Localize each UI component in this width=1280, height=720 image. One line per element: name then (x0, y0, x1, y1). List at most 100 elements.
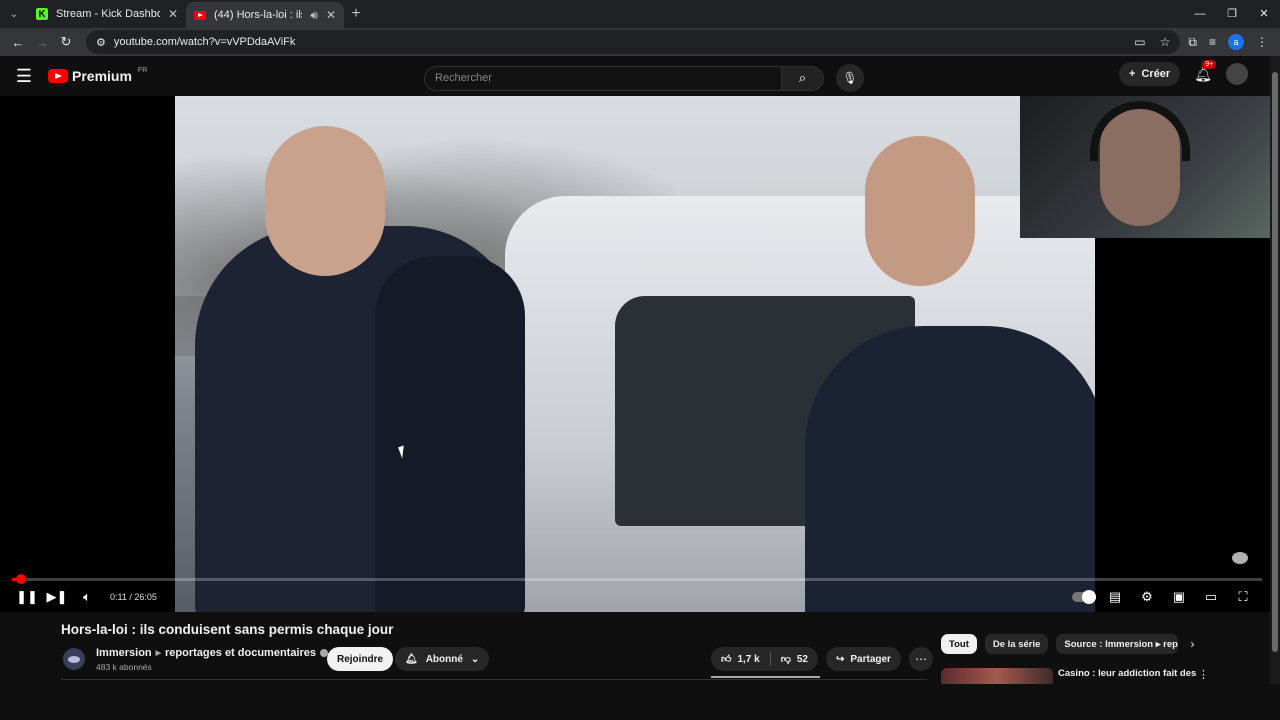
webcam-overlay (1020, 96, 1270, 238)
notification-badge: 9+ (1202, 59, 1217, 69)
video-scene-officer (375, 256, 525, 612)
recommendation-thumbnail[interactable] (941, 668, 1053, 684)
overlay-eye-icon[interactable] (1232, 552, 1248, 564)
address-bar: ← → ↻ ⚙︎ youtube.com/watch?v=vVPDdaAViFk… (0, 28, 1280, 56)
dislike-count: 52 (796, 653, 808, 665)
like-underline (711, 676, 820, 678)
recommendation-menu-icon[interactable]: ⋮ (1198, 668, 1209, 681)
subscribed-button[interactable]: 🔔︎ Abonné ⌄ (395, 647, 490, 671)
video-player[interactable]: ❚❚ ▶❚ 🔈︎ 0:11 / 26:05 ▤ ⚙︎ ▣ ▭ ⛶ (0, 96, 1270, 612)
plus-icon: + (1129, 68, 1136, 80)
player-controls: ❚❚ ▶❚ 🔈︎ 0:11 / 26:05 ▤ ⚙︎ ▣ ▭ ⛶ (0, 582, 1270, 612)
settings-gear-icon[interactable]: ⚙︎ (1132, 582, 1162, 612)
forward-button[interactable]: → (30, 35, 54, 50)
chip-all[interactable]: Tout (941, 634, 977, 654)
more-actions-button[interactable]: ⋯ (908, 647, 933, 671)
omnibox-actions: ▭ ☆ (1134, 35, 1170, 49)
like-button[interactable]: 👍︎ 1,7 k (711, 647, 770, 671)
like-count: 1,7 k (737, 653, 760, 665)
thumbs-down-icon: 👎︎ (780, 654, 791, 665)
browser-tab-youtube[interactable]: (44) Hors-la-loi : ils conduis 🔊︎ ✕ (186, 2, 344, 28)
share-label: Partager (850, 653, 891, 665)
theater-mode-icon[interactable]: ▭ (1196, 582, 1226, 612)
fullscreen-icon[interactable]: ⛶ (1228, 582, 1258, 612)
channel-name-link[interactable]: Immersion ▶ reportages et documentaires (96, 647, 329, 659)
time-display: 0:11 / 26:05 (110, 592, 157, 602)
player-controls-right: ▤ ⚙︎ ▣ ▭ ⛶ (1068, 582, 1258, 612)
page-scrollbar[interactable] (1270, 56, 1280, 684)
triangle-right-icon: ▶ (155, 650, 162, 657)
bookmark-star-icon[interactable]: ☆ (1160, 35, 1171, 49)
video-frame (175, 96, 1095, 612)
share-button[interactable]: ↪ Partager (825, 647, 901, 671)
tab-title: (44) Hors-la-loi : ils conduis (214, 9, 302, 21)
channel-name: Immersion (96, 647, 152, 659)
autoplay-switch-icon (1072, 590, 1096, 604)
scroll-thumb[interactable] (1272, 72, 1278, 652)
new-tab-button[interactable]: + (344, 5, 368, 23)
progress-bar[interactable] (12, 574, 1262, 584)
chip-source[interactable]: Source : Immersion ▸ reportages (1056, 634, 1179, 654)
tab-search-icon[interactable]: ⌄ (0, 0, 28, 28)
profile-avatar[interactable]: a (1228, 34, 1244, 50)
browser-tab-strip: ⌄ K Stream - Kick Dashboard ✕ (44) Hors-… (0, 0, 1280, 28)
subscriber-count: 483 k abonnés (96, 662, 152, 672)
hamburger-menu-icon[interactable]: ☰ (0, 56, 48, 96)
share-arrow-icon: ↪ (835, 653, 845, 665)
recommendation-chips: Tout De la série Source : Immersion ▸ re… (941, 634, 1194, 654)
logo-region: FR (137, 66, 148, 74)
search-input[interactable]: Rechercher (424, 65, 782, 91)
video-info-section: Hors-la-loi : ils conduisent sans permis… (0, 612, 1270, 684)
bottom-area (0, 684, 1280, 720)
video-title: Hors-la-loi : ils conduisent sans permis… (61, 622, 394, 637)
subtitles-icon[interactable]: ▤ (1100, 582, 1130, 612)
chevron-right-icon[interactable]: › (1190, 637, 1194, 651)
create-button[interactable]: + Créer (1119, 62, 1181, 86)
next-button[interactable]: ▶❚ (42, 582, 72, 612)
subscribed-label: Abonné (425, 653, 463, 665)
description-divider (61, 679, 927, 680)
channel-avatar[interactable] (63, 648, 85, 670)
channel-playlist: reportages et documentaires (165, 647, 317, 659)
pause-button[interactable]: ❚❚ (12, 582, 42, 612)
extensions-icon[interactable]: ⧉ (1188, 35, 1197, 50)
autoplay-toggle[interactable] (1068, 582, 1098, 612)
voice-search-button[interactable]: 🎙︎ (836, 64, 864, 92)
youtube-header: ☰ Premium FR Rechercher ⌕ 🎙︎ + Créer 🔔︎ … (0, 56, 1280, 96)
browser-tab-kick[interactable]: K Stream - Kick Dashboard ✕ (28, 0, 186, 28)
header-actions: + Créer 🔔︎ 9+ (1119, 59, 1248, 86)
video-scene-officer (805, 326, 1095, 612)
video-scene-officer-head (865, 136, 975, 286)
site-info-icon[interactable]: ⚙︎ (96, 36, 106, 49)
back-button[interactable]: ← (6, 35, 30, 50)
browser-menu-icon[interactable]: ⋮ (1256, 35, 1268, 49)
search-button[interactable]: ⌕ (782, 65, 824, 91)
chip-series[interactable]: De la série (984, 634, 1049, 654)
youtube-icon (194, 10, 206, 20)
close-icon[interactable]: ✕ (326, 8, 336, 22)
cast-icon[interactable]: ▭ (1134, 35, 1145, 49)
tab-title: Stream - Kick Dashboard (56, 8, 160, 20)
speaker-icon[interactable]: 🔊︎ (310, 8, 318, 23)
url-text: youtube.com/watch?v=vVPDdaAViFk (113, 36, 296, 48)
join-button[interactable]: Rejoindre (327, 647, 394, 671)
like-dislike-group: 👍︎ 1,7 k 👎︎ 52 (711, 647, 818, 671)
recommendation-title[interactable]: Casino : leur addiction fait des (1058, 668, 1196, 679)
bell-icon: 🔔︎ (405, 653, 418, 665)
restore-icon[interactable]: ❐ (1216, 0, 1248, 28)
media-control-icon[interactable]: ≡ (1209, 35, 1216, 49)
reload-button[interactable]: ↻ (54, 34, 78, 50)
close-window-icon[interactable]: ✕ (1248, 0, 1280, 28)
video-actions: 👍︎ 1,7 k 👎︎ 52 ↪ Partager ⋯ (711, 647, 933, 671)
miniplayer-icon[interactable]: ▣ (1164, 582, 1194, 612)
minimize-icon[interactable]: — (1184, 0, 1216, 28)
youtube-logo[interactable]: Premium FR (48, 66, 148, 84)
notifications-button[interactable]: 🔔︎ 9+ (1194, 59, 1217, 83)
youtube-play-icon (48, 69, 68, 83)
close-icon[interactable]: ✕ (168, 7, 178, 21)
dislike-button[interactable]: 👎︎ 52 (771, 647, 818, 671)
url-field[interactable]: ⚙︎ youtube.com/watch?v=vVPDdaAViFk ▭ ☆ (86, 30, 1181, 54)
search-icon: ⌕ (798, 70, 807, 85)
account-avatar[interactable] (1226, 63, 1248, 85)
volume-icon[interactable]: 🔈︎ (72, 582, 102, 612)
